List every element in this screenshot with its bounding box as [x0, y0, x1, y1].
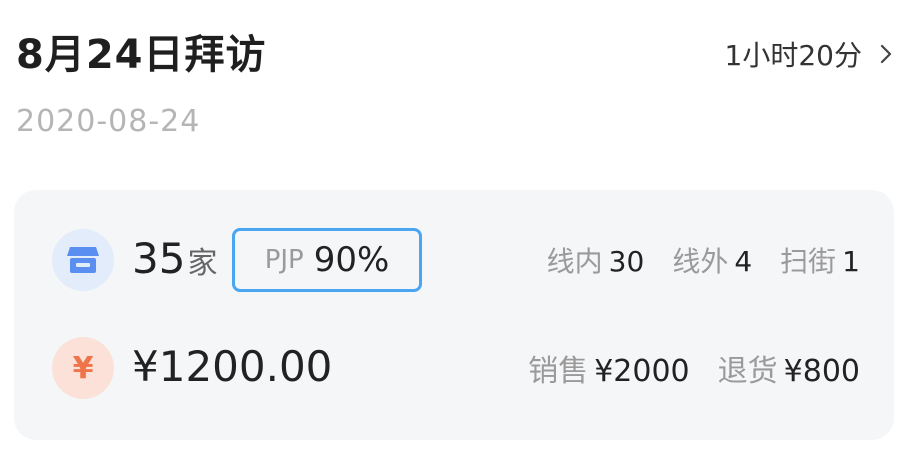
yen-icon-badge: ¥: [52, 337, 114, 399]
total-amount: ¥1200.00: [132, 342, 333, 391]
return-stat: 退货 ¥800: [718, 346, 860, 390]
store-icon: [67, 247, 99, 273]
in-line-label: 线内: [546, 245, 603, 278]
out-line-value: 4: [734, 245, 753, 278]
in-line-value: 30: [608, 245, 645, 278]
store-count: 35家: [132, 234, 217, 283]
sales-label: 销售: [528, 354, 589, 389]
out-line-label: 线外: [672, 245, 729, 278]
out-line-stat: 线外 4: [672, 240, 752, 280]
sweep-value: 1: [842, 245, 860, 278]
store-icon-badge: [52, 229, 114, 291]
visit-summary-card[interactable]: 35家 PJP 90% 线内 30 线外 4 扫街 1 ¥ ¥1200.00 销售 ¥2…: [14, 190, 894, 440]
yen-icon: ¥: [72, 350, 94, 386]
return-value: ¥800: [783, 354, 860, 389]
store-count-value: 35: [132, 234, 186, 283]
sweep-stat: 扫街 1: [780, 240, 860, 280]
visit-title: 8月24日拜访: [16, 32, 267, 78]
visit-date: 2020-08-24: [16, 104, 201, 139]
duration-link[interactable]: 1小时20分: [725, 34, 896, 74]
return-label: 退货: [717, 354, 778, 389]
pjp-badge[interactable]: PJP 90%: [232, 228, 422, 292]
route-stats: 线内 30 线外 4 扫街 1: [547, 240, 860, 280]
amount-row: ¥ ¥1200.00 销售 ¥2000 退货 ¥800: [14, 336, 894, 400]
store-row: 35家 PJP 90% 线内 30 线外 4 扫街 1: [14, 228, 894, 292]
sweep-label: 扫街: [780, 245, 837, 278]
duration-label: 1小时20分: [724, 39, 862, 72]
in-line-stat: 线内 30: [547, 240, 645, 280]
chevron-right-icon: [880, 44, 892, 64]
sales-value: ¥2000: [594, 354, 690, 389]
sales-stat: 销售 ¥2000: [528, 346, 689, 390]
pjp-label: PJP: [264, 245, 304, 275]
pjp-value: 90%: [313, 240, 390, 280]
store-count-unit: 家: [187, 246, 218, 281]
sales-stats: 销售 ¥2000 退货 ¥800: [528, 346, 860, 390]
